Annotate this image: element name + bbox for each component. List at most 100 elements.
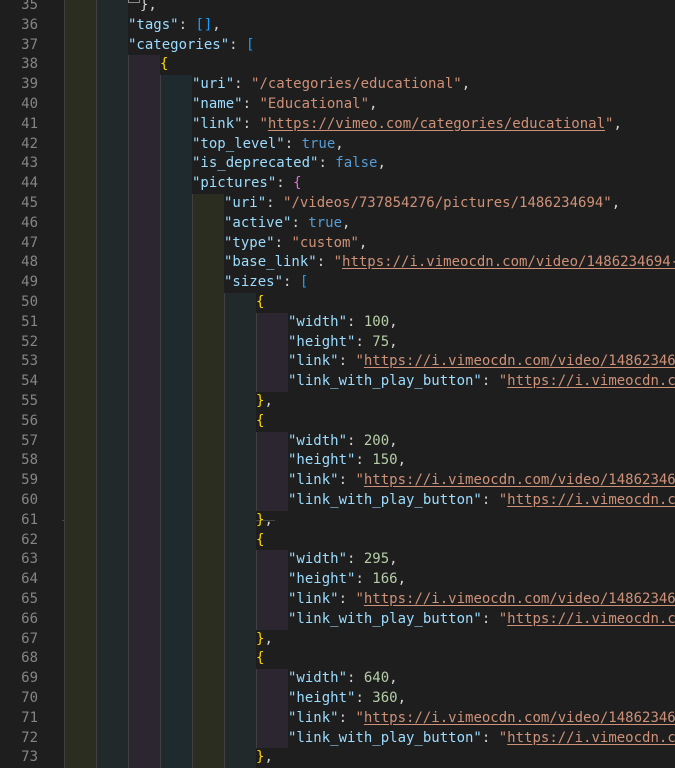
code-line[interactable]: 65 "link": "https://i.vimeocdn.com/video/… bbox=[0, 590, 675, 610]
code-line[interactable]: 51 "width": 100, bbox=[0, 312, 675, 333]
code-line[interactable]: 37 "categories": [ bbox=[0, 35, 675, 56]
url-link[interactable]: https://i.vimeocdn.com/ bbox=[507, 611, 675, 627]
code-text[interactable]: }, bbox=[256, 392, 273, 412]
code-line[interactable]: 60 "link_with_play_button": "https://i.vi… bbox=[0, 491, 675, 511]
code-line[interactable]: 67}, bbox=[0, 629, 675, 650]
code-line[interactable]: 45 "uri": "/videos/737854276/pictures/148… bbox=[0, 194, 675, 214]
code-line[interactable]: 57 "width": 200, bbox=[0, 431, 675, 452]
code-text[interactable]: "link_with_play_button": "https://i.vime… bbox=[288, 610, 675, 630]
code-text[interactable]: { bbox=[256, 531, 264, 551]
code-line[interactable]: 44 "pictures": { bbox=[0, 174, 675, 194]
code-text[interactable]: "width": 200, bbox=[288, 432, 398, 452]
code-text[interactable]: "link": "https://i.vimeocdn.com/video/14… bbox=[288, 471, 675, 491]
code-line[interactable]: 54 "link_with_play_button": "https://i.vi… bbox=[0, 372, 675, 392]
code-text[interactable]: "width": 640, bbox=[288, 669, 398, 689]
url-link[interactable]: https://vimeo.com/categories/educational bbox=[268, 116, 605, 132]
code-text[interactable]: "link": "https://i.vimeocdn.com/video/14… bbox=[288, 352, 675, 372]
indent-guide-line bbox=[160, 372, 161, 392]
url-link[interactable]: https://i.vimeocdn.com/ bbox=[507, 373, 675, 389]
indent-guide-line bbox=[224, 491, 225, 511]
code-line[interactable]: 48 "base_link": "https://i.vimeocdn.com/v… bbox=[0, 253, 675, 274]
code-text[interactable]: "type": "custom", bbox=[224, 234, 367, 254]
code-line[interactable]: 61}, bbox=[0, 510, 675, 531]
code-text[interactable]: "is_deprecated": false, bbox=[192, 154, 386, 174]
json-key: "pictures" bbox=[192, 175, 277, 192]
code-text[interactable]: "link_with_play_button": "https://i.vime… bbox=[288, 372, 675, 392]
indent-guide-band bbox=[192, 471, 224, 491]
code-line[interactable]: 69 "width": 640, bbox=[0, 669, 675, 689]
code-text[interactable]: { bbox=[256, 293, 264, 313]
url-link[interactable]: https://i.vimeocdn.com/video/1486234694- bbox=[364, 591, 675, 607]
code-text[interactable]: "link": "https://i.vimeocdn.com/video/14… bbox=[288, 709, 675, 729]
code-text[interactable]: "link": "https://i.vimeocdn.com/video/14… bbox=[288, 590, 675, 610]
code-line[interactable]: 50 { bbox=[0, 293, 675, 313]
code-text[interactable]: }, bbox=[256, 630, 273, 650]
code-text[interactable]: { bbox=[160, 55, 168, 75]
code-line[interactable]: 71 "link": "https://i.vimeocdn.com/video/… bbox=[0, 708, 675, 729]
code-line[interactable]: 47 "type": "custom", bbox=[0, 233, 675, 254]
code-line[interactable]: 49 "sizes": [ bbox=[0, 273, 675, 293]
code-line[interactable]: 42 "top_level": true, bbox=[0, 134, 675, 155]
code-line[interactable]: 55}, bbox=[0, 392, 675, 412]
code-text[interactable]: }, bbox=[256, 748, 273, 768]
code-text[interactable]: "pictures": { bbox=[192, 174, 302, 194]
code-line[interactable]: 70 "height": 360, bbox=[0, 689, 675, 709]
code-text[interactable]: "tags": [], bbox=[128, 16, 221, 36]
url-link[interactable]: https://i.vimeocdn.com/video/1486234694-… bbox=[342, 254, 675, 270]
fold-marker-icon[interactable] bbox=[128, 0, 140, 3]
indent-guide-band bbox=[128, 372, 160, 392]
code-line[interactable]: 62 { bbox=[0, 530, 675, 551]
code-text[interactable]: }, bbox=[256, 511, 273, 531]
code-line[interactable]: 66 "link_with_play_button": "https://i.vi… bbox=[0, 609, 675, 630]
code-line[interactable]: 46 "active": true, bbox=[0, 213, 675, 234]
code-line[interactable]: 59 "link": "https://i.vimeocdn.com/video/… bbox=[0, 471, 675, 491]
code-line[interactable]: 53 "link": "https://i.vimeocdn.com/video/… bbox=[0, 352, 675, 373]
code-text[interactable]: "active": true, bbox=[224, 214, 350, 234]
code-text[interactable]: "top_level": true, bbox=[192, 135, 344, 155]
code-line[interactable]: 40 "name": "Educational", bbox=[0, 95, 675, 115]
code-line[interactable]: 56 { bbox=[0, 411, 675, 432]
code-text[interactable]: "sizes": [ bbox=[224, 273, 308, 293]
code-text[interactable]: "name": "Educational", bbox=[192, 95, 377, 115]
punctuation: , bbox=[397, 571, 407, 588]
code-line[interactable]: 68 { bbox=[0, 649, 675, 670]
code-text[interactable]: "height": 166, bbox=[288, 570, 406, 590]
code-text[interactable]: { bbox=[256, 649, 264, 669]
indent-guide-line bbox=[96, 194, 97, 214]
punctuation: : bbox=[284, 135, 302, 152]
code-text[interactable]: "height": 150, bbox=[288, 451, 406, 471]
code-text[interactable]: "width": 100, bbox=[288, 313, 398, 333]
url-link[interactable]: https://i.vimeocdn.com/ bbox=[507, 492, 675, 508]
code-text[interactable]: }, bbox=[128, 0, 157, 16]
code-line[interactable]: 43 "is_deprecated": false, bbox=[0, 154, 675, 175]
url-link[interactable]: https://i.vimeocdn.com/video/1486234694- bbox=[364, 353, 675, 369]
code-text[interactable]: "link": "https://vimeo.com/categories/ed… bbox=[192, 115, 622, 135]
code-editor[interactable]: 35}, 36 "tags": [], 37 "categories": [38{39 "… bbox=[0, 0, 675, 768]
code-text[interactable]: "link_with_play_button": "https://i.vime… bbox=[288, 491, 675, 511]
code-text[interactable]: "uri": "/categories/educational", bbox=[192, 75, 470, 95]
code-line[interactable]: 41 "link": "https://vimeo.com/categories/… bbox=[0, 114, 675, 135]
code-text[interactable]: { bbox=[256, 412, 264, 432]
url-link[interactable]: https://i.vimeocdn.com/video/1486234694- bbox=[364, 472, 675, 488]
code-line[interactable]: 58 "height": 150, bbox=[0, 451, 675, 472]
code-line[interactable]: 38 { bbox=[0, 55, 675, 76]
code-line[interactable]: 52 "height": 75, bbox=[0, 332, 675, 353]
code-text[interactable]: "height": 360, bbox=[288, 689, 406, 709]
code-line[interactable]: 73}, bbox=[0, 748, 675, 768]
code-line[interactable]: 35}, bbox=[0, 0, 675, 16]
code-text[interactable]: "width": 295, bbox=[288, 550, 398, 570]
url-link[interactable]: https://i.vimeocdn.com/ bbox=[507, 730, 675, 746]
code-line[interactable]: 72 "link_with_play_button": "https://i.vi… bbox=[0, 728, 675, 749]
url-link[interactable]: https://i.vimeocdn.com/video/1486234694- bbox=[364, 710, 675, 726]
code-line[interactable]: 64 "height": 166, bbox=[0, 570, 675, 590]
code-line[interactable]: 63 "width": 295, bbox=[0, 550, 675, 571]
code-line[interactable]: 39 "uri": "/categories/educational", bbox=[0, 75, 675, 95]
code-text[interactable]: "link_with_play_button": "https://i.vime… bbox=[288, 729, 675, 749]
indent-guide-line bbox=[160, 392, 161, 412]
code-text[interactable]: "height": 75, bbox=[288, 333, 398, 353]
code-line[interactable]: 36 "tags": [], bbox=[0, 15, 675, 36]
indent-guide-band bbox=[64, 590, 96, 610]
code-text[interactable]: "uri": "/videos/737854276/pictures/14862… bbox=[224, 194, 620, 214]
code-text[interactable]: "base_link": "https://i.vimeocdn.com/vid… bbox=[224, 253, 675, 273]
code-text[interactable]: "categories": [ bbox=[128, 36, 254, 56]
